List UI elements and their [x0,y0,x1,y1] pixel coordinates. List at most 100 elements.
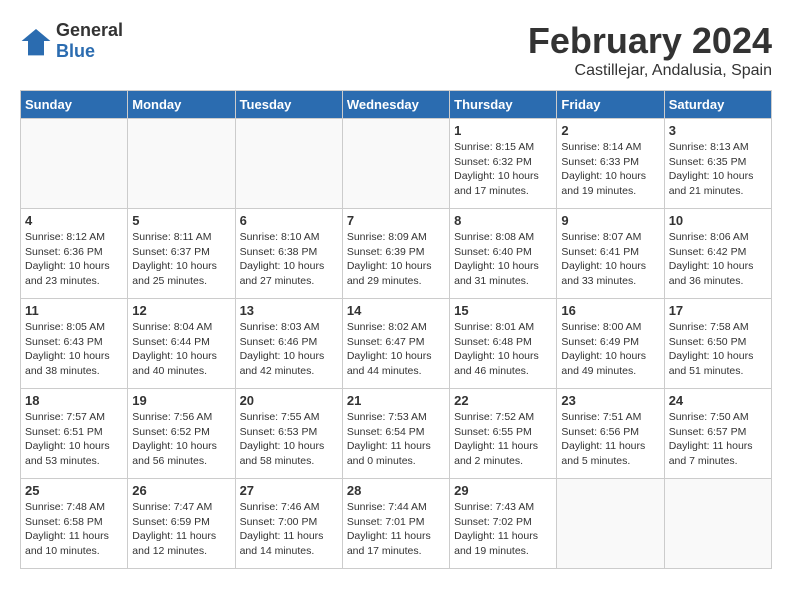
day-number: 15 [454,303,552,318]
day-number: 12 [132,303,230,318]
day-info: Sunrise: 7:57 AM Sunset: 6:51 PM Dayligh… [25,410,123,469]
calendar-cell: 7 Sunrise: 8:09 AM Sunset: 6:39 PM Daylig… [342,209,449,299]
day-number: 16 [561,303,659,318]
day-number: 23 [561,393,659,408]
day-info: Sunrise: 8:01 AM Sunset: 6:48 PM Dayligh… [454,320,552,379]
calendar-cell [557,479,664,569]
calendar-cell: 15 Sunrise: 8:01 AM Sunset: 6:48 PM Dayli… [450,299,557,389]
day-info: Sunrise: 8:15 AM Sunset: 6:32 PM Dayligh… [454,140,552,199]
day-number: 19 [132,393,230,408]
location-title: Castillejar, Andalusia, Spain [528,62,772,80]
logo-blue-text: Blue [56,41,123,62]
header-day-saturday: Saturday [664,91,771,119]
calendar-cell: 1 Sunrise: 8:15 AM Sunset: 6:32 PM Daylig… [450,119,557,209]
calendar-cell [235,119,342,209]
month-title: February 2024 [528,20,772,62]
title-block: February 2024 Castillejar, Andalusia, Sp… [528,20,772,80]
day-number: 5 [132,213,230,228]
day-number: 4 [25,213,123,228]
calendar-cell: 16Sunrise: 8:00 AM Sunset: 6:49 PM Dayli… [557,299,664,389]
day-number: 25 [25,483,123,498]
day-info: Sunrise: 7:50 AM Sunset: 6:57 PM Dayligh… [669,410,767,469]
logo-general-text: General [56,20,123,41]
day-info: Sunrise: 8:10 AM Sunset: 6:38 PM Dayligh… [240,230,338,289]
calendar-cell: 12 Sunrise: 8:04 AM Sunset: 6:44 PM Dayli… [128,299,235,389]
day-info: Sunrise: 8:13 AM Sunset: 6:35 PM Dayligh… [669,140,767,199]
calendar-cell: 3 Sunrise: 8:13 AM Sunset: 6:35 PM Daylig… [664,119,771,209]
logo: General Blue [20,20,123,62]
day-info: Sunrise: 8:07 AM Sunset: 6:41 PM Dayligh… [561,230,659,289]
day-number: 10 [669,213,767,228]
calendar-cell: 8 Sunrise: 8:08 AM Sunset: 6:40 PM Daylig… [450,209,557,299]
calendar-cell: 25 Sunrise: 7:48 AM Sunset: 6:58 PM Dayli… [21,479,128,569]
calendar-cell: 6 Sunrise: 8:10 AM Sunset: 6:38 PM Daylig… [235,209,342,299]
day-info: Sunrise: 8:04 AM Sunset: 6:44 PM Dayligh… [132,320,230,379]
day-info: Sunrise: 7:55 AM Sunset: 6:53 PM Dayligh… [240,410,338,469]
calendar-cell: 18 Sunrise: 7:57 AM Sunset: 6:51 PM Dayli… [21,389,128,479]
header-day-wednesday: Wednesday [342,91,449,119]
day-number: 14 [347,303,445,318]
day-number: 1 [454,123,552,138]
day-info: Sunrise: 7:52 AM Sunset: 6:55 PM Dayligh… [454,410,552,469]
day-info: Sunrise: 8:06 AM Sunset: 6:42 PM Dayligh… [669,230,767,289]
calendar-cell [664,479,771,569]
day-number: 9 [561,213,659,228]
calendar-table: SundayMondayTuesdayWednesdayThursdayFrid… [20,90,772,569]
day-info: Sunrise: 7:48 AM Sunset: 6:58 PM Dayligh… [25,500,123,559]
calendar-cell: 23 Sunrise: 7:51 AM Sunset: 6:56 PM Dayli… [557,389,664,479]
calendar-cell: 4Sunrise: 8:12 AM Sunset: 6:36 PM Daylig… [21,209,128,299]
day-number: 3 [669,123,767,138]
calendar-cell: 9 Sunrise: 8:07 AM Sunset: 6:41 PM Daylig… [557,209,664,299]
day-number: 8 [454,213,552,228]
calendar-cell: 24Sunrise: 7:50 AM Sunset: 6:57 PM Dayli… [664,389,771,479]
week-row-2: 11 Sunrise: 8:05 AM Sunset: 6:43 PM Dayli… [21,299,772,389]
day-info: Sunrise: 7:47 AM Sunset: 6:59 PM Dayligh… [132,500,230,559]
day-info: Sunrise: 8:08 AM Sunset: 6:40 PM Dayligh… [454,230,552,289]
day-number: 27 [240,483,338,498]
calendar-cell: 29Sunrise: 7:43 AM Sunset: 7:02 PM Dayli… [450,479,557,569]
day-number: 18 [25,393,123,408]
day-number: 20 [240,393,338,408]
day-info: Sunrise: 8:14 AM Sunset: 6:33 PM Dayligh… [561,140,659,199]
calendar-cell: 17Sunrise: 7:58 AM Sunset: 6:50 PM Dayli… [664,299,771,389]
calendar-cell: 20 Sunrise: 7:55 AM Sunset: 6:53 PM Dayli… [235,389,342,479]
day-info: Sunrise: 8:05 AM Sunset: 6:43 PM Dayligh… [25,320,123,379]
calendar-cell: 27 Sunrise: 7:46 AM Sunset: 7:00 PM Dayli… [235,479,342,569]
calendar-cell: 26Sunrise: 7:47 AM Sunset: 6:59 PM Dayli… [128,479,235,569]
calendar-cell: 5 Sunrise: 8:11 AM Sunset: 6:37 PM Daylig… [128,209,235,299]
header-day-tuesday: Tuesday [235,91,342,119]
calendar-cell: 19 Sunrise: 7:56 AM Sunset: 6:52 PM Dayli… [128,389,235,479]
day-info: Sunrise: 8:09 AM Sunset: 6:39 PM Dayligh… [347,230,445,289]
header-day-sunday: Sunday [21,91,128,119]
calendar-cell [342,119,449,209]
day-info: Sunrise: 7:46 AM Sunset: 7:00 PM Dayligh… [240,500,338,559]
logo-icon [20,25,52,57]
day-info: Sunrise: 8:11 AM Sunset: 6:37 PM Dayligh… [132,230,230,289]
week-row-4: 25 Sunrise: 7:48 AM Sunset: 6:58 PM Dayli… [21,479,772,569]
calendar-header-row: SundayMondayTuesdayWednesdayThursdayFrid… [21,91,772,119]
calendar-cell [21,119,128,209]
day-info: Sunrise: 7:56 AM Sunset: 6:52 PM Dayligh… [132,410,230,469]
day-number: 2 [561,123,659,138]
calendar-cell: 11 Sunrise: 8:05 AM Sunset: 6:43 PM Dayli… [21,299,128,389]
day-info: Sunrise: 7:51 AM Sunset: 6:56 PM Dayligh… [561,410,659,469]
day-number: 29 [454,483,552,498]
day-number: 21 [347,393,445,408]
day-number: 13 [240,303,338,318]
header-day-friday: Friday [557,91,664,119]
week-row-0: 1 Sunrise: 8:15 AM Sunset: 6:32 PM Daylig… [21,119,772,209]
calendar-cell: 22Sunrise: 7:52 AM Sunset: 6:55 PM Dayli… [450,389,557,479]
page-header: General Blue February 2024 Castillejar, … [20,20,772,80]
day-number: 6 [240,213,338,228]
day-number: 17 [669,303,767,318]
logo-text: General Blue [56,20,123,62]
calendar-cell: 14Sunrise: 8:02 AM Sunset: 6:47 PM Dayli… [342,299,449,389]
day-number: 11 [25,303,123,318]
header-day-thursday: Thursday [450,91,557,119]
header-day-monday: Monday [128,91,235,119]
calendar-cell: 28Sunrise: 7:44 AM Sunset: 7:01 PM Dayli… [342,479,449,569]
week-row-3: 18 Sunrise: 7:57 AM Sunset: 6:51 PM Dayli… [21,389,772,479]
day-number: 7 [347,213,445,228]
week-row-1: 4Sunrise: 8:12 AM Sunset: 6:36 PM Daylig… [21,209,772,299]
day-info: Sunrise: 8:03 AM Sunset: 6:46 PM Dayligh… [240,320,338,379]
